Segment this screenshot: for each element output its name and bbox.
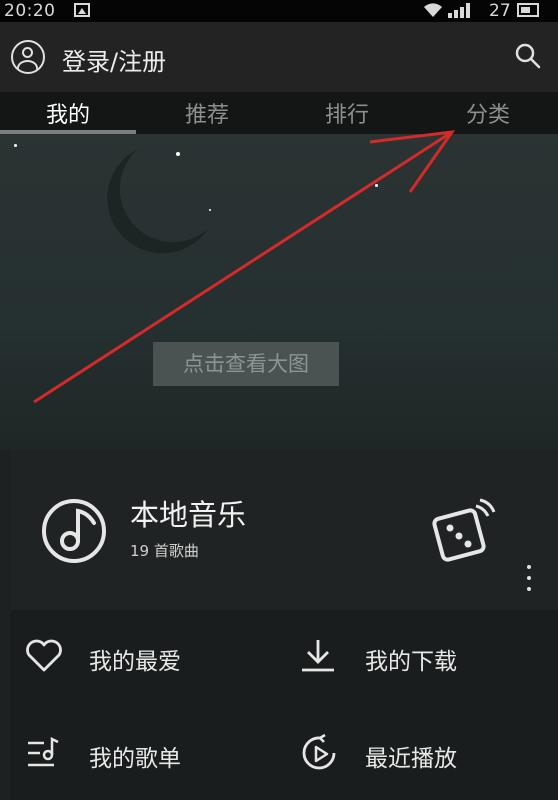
- star-icon: [14, 144, 17, 147]
- local-music-title: 本地音乐: [130, 498, 247, 532]
- tab-category[interactable]: 分类: [420, 97, 556, 129]
- signal-icon: [448, 3, 470, 18]
- moon-icon: [107, 149, 208, 254]
- view-large-image-button[interactable]: 点击查看大图: [153, 342, 339, 386]
- banner-image[interactable]: [0, 134, 558, 450]
- tab-bar: 我的 推荐 排行 分类: [0, 92, 558, 134]
- recent-play-icon: [302, 733, 336, 770]
- recent-entry[interactable]: 最近播放: [300, 733, 540, 773]
- battery-icon: [517, 3, 539, 17]
- tab-ranking[interactable]: 排行: [279, 97, 415, 129]
- playlists-entry[interactable]: 我的歌单: [24, 733, 264, 773]
- download-icon: [302, 640, 334, 672]
- my-music-card: 本地音乐 19 首歌曲 我的最爱 我的下载 我的歌单 最近播放: [10, 450, 558, 800]
- heart-icon: [26, 639, 62, 672]
- login-register-link[interactable]: 登录/注册: [62, 42, 166, 77]
- status-time: 20:20: [4, 1, 56, 21]
- app-header: 登录/注册: [0, 22, 558, 92]
- downloads-entry[interactable]: 我的下载: [300, 636, 540, 676]
- star-icon: [375, 184, 378, 187]
- playlists-label: 我的歌单: [89, 746, 181, 772]
- local-music-count: 19 首歌曲: [130, 542, 199, 560]
- battery-level: 27: [489, 1, 511, 21]
- tab-recommend[interactable]: 推荐: [139, 97, 275, 129]
- favorites-label: 我的最爱: [89, 649, 181, 675]
- wifi-icon: [423, 2, 443, 22]
- favorites-entry[interactable]: 我的最爱: [24, 636, 264, 676]
- avatar-icon[interactable]: [11, 40, 45, 74]
- star-icon: [209, 209, 211, 211]
- music-note-icon: [42, 499, 106, 563]
- dice-shuffle-icon[interactable]: [428, 498, 498, 568]
- star-icon: [176, 152, 180, 156]
- recent-label: 最近播放: [365, 746, 457, 772]
- search-icon[interactable]: [514, 42, 542, 70]
- downloads-label: 我的下载: [365, 649, 457, 675]
- status-bar: 20:20 27: [0, 0, 558, 22]
- image-notification-icon: [74, 3, 90, 17]
- tab-mine[interactable]: 我的: [0, 97, 136, 129]
- more-options-icon[interactable]: [526, 565, 532, 591]
- local-music-row[interactable]: 本地音乐 19 首歌曲: [10, 450, 558, 610]
- playlist-icon: [28, 736, 59, 767]
